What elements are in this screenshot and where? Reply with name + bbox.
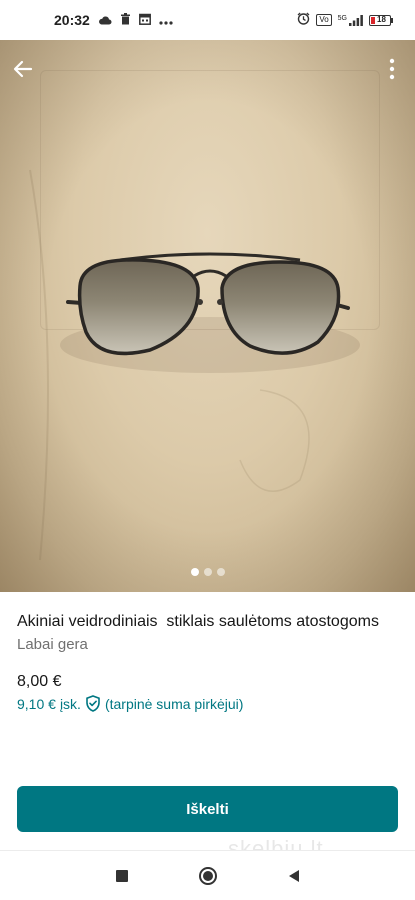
shield-check-icon	[85, 695, 101, 712]
buyer-price-note: (tarpinė suma pirkėjui)	[104, 695, 244, 712]
network-label: 5G	[337, 14, 347, 22]
carousel-indicator	[0, 568, 415, 576]
home-button[interactable]	[196, 864, 220, 888]
arrow-left-icon	[13, 60, 33, 78]
back-button[interactable]	[8, 54, 38, 84]
status-left: 20:32	[54, 12, 173, 28]
kebab-menu-icon	[389, 58, 395, 80]
status-bar: 20:32 Vo 5G 18	[0, 0, 415, 40]
listing-photo[interactable]	[0, 40, 415, 592]
clock: 20:32	[54, 12, 90, 28]
triangle-back-icon	[288, 869, 299, 882]
circle-icon	[198, 866, 217, 885]
more-options-button[interactable]	[377, 54, 407, 84]
photo-vignette	[0, 40, 415, 592]
battery-level: 18	[377, 14, 386, 24]
buyer-price-amount: 9,10 €	[17, 695, 56, 712]
listing-condition: Labai gera	[17, 636, 88, 653]
listing-details: Akiniai veidrodiniais stiklais saulėtoms…	[17, 610, 397, 712]
alarm-icon	[297, 12, 310, 28]
buyer-price-incl: įsk.	[59, 695, 81, 712]
recents-button[interactable]	[110, 864, 134, 888]
volte-icon: Vo	[316, 14, 332, 26]
more-dots-icon	[159, 12, 173, 28]
listing-price: 8,00 €	[17, 673, 62, 690]
signal-icon: 5G	[337, 14, 363, 26]
battery-icon: 18	[369, 14, 393, 26]
carousel-dot-2[interactable]	[203, 568, 212, 576]
calendar-icon	[138, 12, 151, 28]
listing-title: Akiniai veidrodiniais stiklais saulėtoms…	[17, 613, 379, 630]
buyer-price-row[interactable]: 9,10 € įsk. (tarpinė suma pirkėjui)	[17, 695, 397, 712]
system-back-button[interactable]	[282, 864, 306, 888]
bump-button[interactable]: Iškelti	[17, 786, 398, 832]
system-nav-bar	[0, 850, 415, 900]
carousel-dot-1[interactable]	[190, 568, 199, 576]
carousel-dot-3[interactable]	[216, 568, 225, 576]
bump-button-label: Iškelti	[186, 800, 229, 818]
square-icon	[115, 869, 128, 882]
cloud-icon	[98, 12, 112, 28]
trash-icon	[120, 12, 131, 28]
status-right: Vo 5G 18	[297, 12, 393, 28]
